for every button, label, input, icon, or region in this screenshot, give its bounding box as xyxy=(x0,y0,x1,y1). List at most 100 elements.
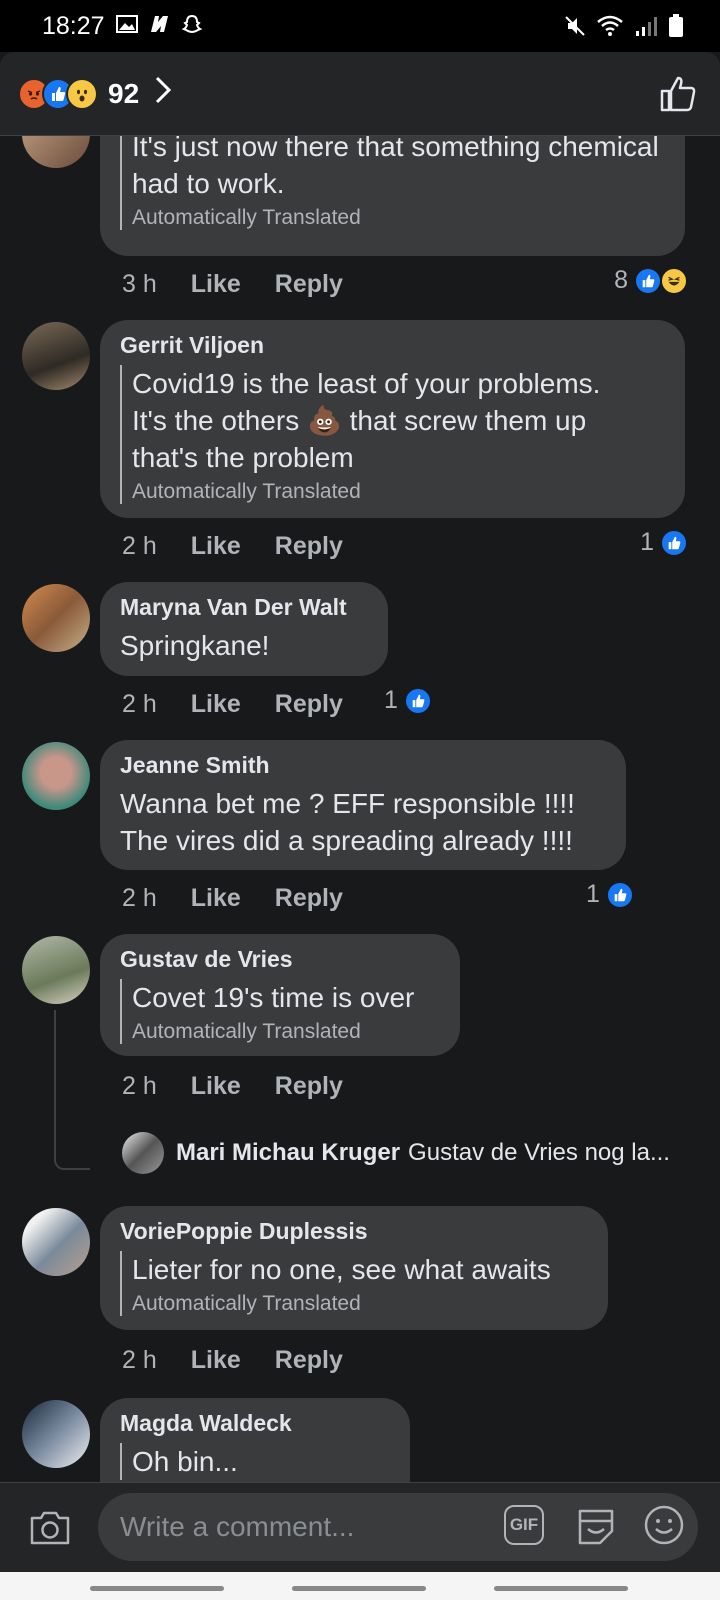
reply-link[interactable]: Reply xyxy=(275,690,343,719)
comment-time: 3 h xyxy=(122,270,157,298)
comment-author[interactable]: Jeanne Smith xyxy=(120,752,606,779)
camera-icon[interactable] xyxy=(28,1505,72,1549)
nav-home-button[interactable] xyxy=(292,1586,426,1591)
avatar[interactable] xyxy=(22,1208,90,1276)
comment-text-line: It's the others 💩 that screw them up xyxy=(132,405,587,436)
avatar[interactable] xyxy=(22,322,90,390)
comment-actions: 2 h Like Reply xyxy=(122,1072,343,1101)
status-bar: 18:27 xyxy=(0,0,720,52)
comment-text-line: Wanna bet me ? EFF responsible !!!! xyxy=(120,788,575,819)
like-reaction-icon xyxy=(403,686,432,715)
reactions-count: 1 xyxy=(384,686,398,714)
status-time: 18:27 xyxy=(42,12,105,40)
reply-link[interactable]: Reply xyxy=(275,884,343,913)
comment-author[interactable]: Gustav de Vries xyxy=(120,946,440,973)
reactions-count: 1 xyxy=(640,528,654,556)
comment-time: 2 h xyxy=(122,532,157,560)
reactions-count: 1 xyxy=(586,880,600,908)
comment-text-line: Covid19 is the least of your problems. xyxy=(132,368,601,399)
like-reaction-icon xyxy=(605,880,634,909)
comment-actions: 2 h Like Reply xyxy=(122,884,343,913)
avatar[interactable] xyxy=(22,936,90,1004)
like-reaction-icon xyxy=(634,266,662,295)
reactions-count: 8 xyxy=(614,266,628,294)
reply-text: Gustav de Vries nog la... xyxy=(408,1139,670,1166)
comment-bubble[interactable]: It's just now there that something chemi… xyxy=(100,136,685,256)
like-link[interactable]: Like xyxy=(191,1346,241,1375)
comment-author[interactable]: Gerrit Viljoen xyxy=(120,332,665,359)
signal-icon xyxy=(636,17,657,36)
comment-text-line: that's the problem xyxy=(132,442,354,473)
reply-thread-line xyxy=(54,1010,90,1170)
avatar[interactable] xyxy=(22,584,90,652)
comment-reactions[interactable]: 1 xyxy=(640,528,688,557)
wow-reaction-icon xyxy=(66,78,98,110)
comment-reactions[interactable]: 1 xyxy=(586,880,634,909)
comment-reactions[interactable]: 8 xyxy=(614,266,688,295)
comment-author[interactable]: Magda Waldeck xyxy=(120,1410,390,1437)
emoji-icon[interactable] xyxy=(642,1503,686,1547)
reply-preview[interactable]: Mari Michau Kruger Gustav de Vries nog l… xyxy=(122,1132,670,1174)
wifi-icon xyxy=(597,15,623,36)
like-link[interactable]: Like xyxy=(191,532,241,561)
like-link[interactable]: Like xyxy=(191,270,241,299)
reply-link[interactable]: Reply xyxy=(275,1346,343,1375)
avatar[interactable] xyxy=(22,1400,90,1468)
comment-bubble[interactable]: Gustav de Vries Covet 19's time is over … xyxy=(100,934,460,1056)
comment-bubble[interactable]: VoriePoppie Duplessis Lieter for no one,… xyxy=(100,1206,608,1330)
comment-text: Springkane! xyxy=(120,630,270,661)
like-reaction-icon xyxy=(660,528,688,557)
translated-label[interactable]: Automatically Translated xyxy=(132,480,665,504)
comment-text: Oh bin... xyxy=(132,1446,238,1477)
comment-text: Covet 19's time is over xyxy=(132,982,415,1013)
avatar[interactable] xyxy=(22,136,90,168)
reaction-count: 92 xyxy=(108,78,140,109)
mute-icon xyxy=(565,16,585,36)
battery-icon xyxy=(669,14,683,37)
reply-link[interactable]: Reply xyxy=(275,270,343,299)
comment-author[interactable]: VoriePoppie Duplessis xyxy=(120,1218,588,1245)
avatar[interactable] xyxy=(22,742,90,810)
reactions-header: 92 xyxy=(0,52,720,136)
translated-label[interactable]: Automatically Translated xyxy=(132,1292,588,1316)
snapchat-icon xyxy=(182,14,202,34)
netflix-icon xyxy=(151,16,168,32)
haha-reaction-icon xyxy=(660,266,688,295)
system-nav-bar xyxy=(0,1572,720,1600)
sticker-icon[interactable] xyxy=(574,1503,618,1547)
avatar[interactable] xyxy=(122,1132,164,1174)
comment-composer: GIF xyxy=(0,1482,720,1572)
poop-emoji-icon: 💩 xyxy=(307,405,342,436)
nav-recents-button[interactable] xyxy=(90,1586,224,1591)
reply-link[interactable]: Reply xyxy=(275,1072,343,1101)
translated-label[interactable]: Automatically Translated xyxy=(132,1020,440,1044)
reactions-summary[interactable]: 92 xyxy=(18,76,173,112)
comment-actions: 3 h Like Reply xyxy=(122,270,343,299)
comment-text-line: The vires did a spreading already !!!! xyxy=(120,825,573,856)
comment-bubble[interactable]: Gerrit Viljoen Covid19 is the least of y… xyxy=(100,320,685,518)
comment-text: It's just now there that something chemi… xyxy=(132,136,659,199)
comment-time: 2 h xyxy=(122,1346,157,1374)
reply-author[interactable]: Mari Michau Kruger xyxy=(176,1139,400,1167)
like-button[interactable] xyxy=(658,74,698,114)
comment-time: 2 h xyxy=(122,884,157,912)
gif-button[interactable]: GIF xyxy=(504,1505,544,1545)
comment-actions: 2 h Like Reply xyxy=(122,1346,343,1375)
comment-time: 2 h xyxy=(122,690,157,718)
nav-back-button[interactable] xyxy=(494,1586,628,1591)
comment-text: Lieter for no one, see what awaits xyxy=(132,1254,551,1285)
reply-link[interactable]: Reply xyxy=(275,532,343,561)
comment-bubble[interactable]: Jeanne Smith Wanna bet me ? EFF responsi… xyxy=(100,740,626,870)
comment-time: 2 h xyxy=(122,1072,157,1100)
comment-actions: 2 h Like Reply xyxy=(122,532,343,561)
comment-reactions[interactable]: 1 xyxy=(384,686,432,715)
chevron-right-icon xyxy=(153,76,173,112)
like-link[interactable]: Like xyxy=(191,884,241,913)
comment-actions: 2 h Like Reply xyxy=(122,690,343,719)
translated-label[interactable]: Automatically Translated xyxy=(132,206,665,230)
like-link[interactable]: Like xyxy=(191,1072,241,1101)
like-link[interactable]: Like xyxy=(191,690,241,719)
comment-bubble[interactable]: Maryna Van Der Walt Springkane! xyxy=(100,582,388,676)
comment-author[interactable]: Maryna Van Der Walt xyxy=(120,594,368,621)
image-icon xyxy=(116,15,138,33)
